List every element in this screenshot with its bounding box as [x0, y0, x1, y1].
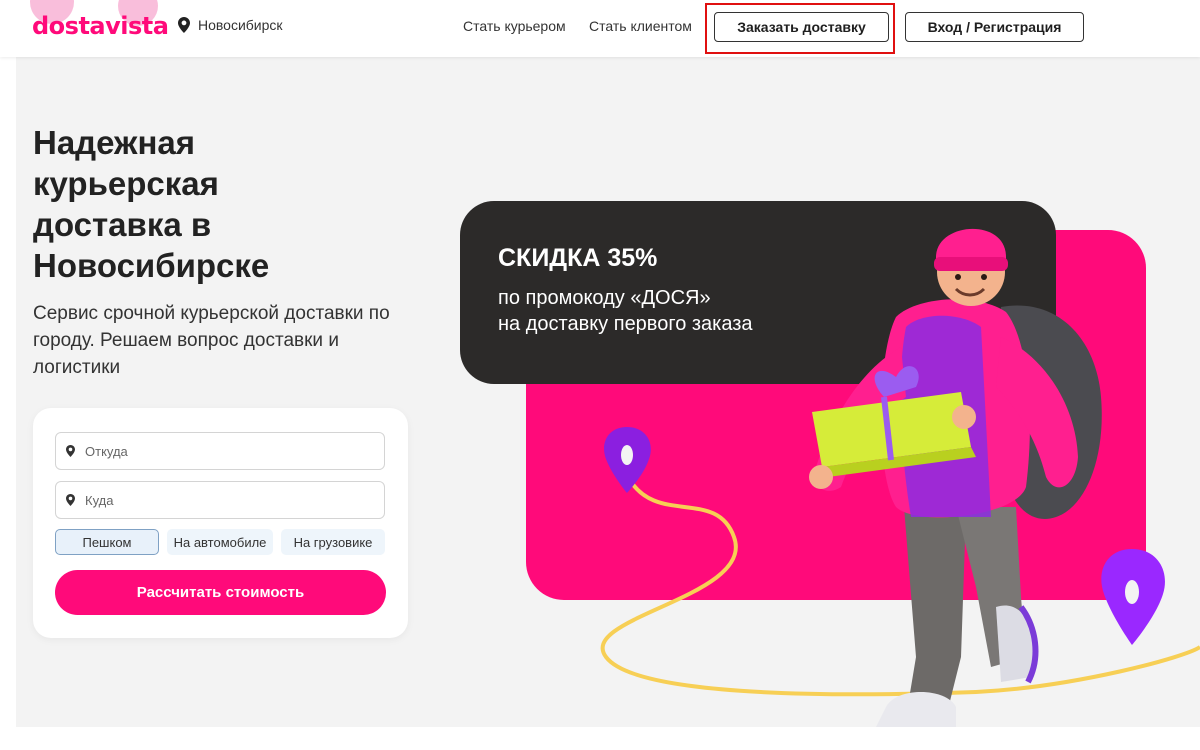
logo[interactable]: dostavista: [20, 0, 169, 50]
courier-hand: [952, 405, 976, 429]
map-pin-icon: [604, 427, 651, 493]
nav-become-courier[interactable]: Стать курьером: [463, 18, 566, 34]
hero-section: Надежная курьерская доставка в Новосибир…: [16, 57, 1200, 727]
courier-hand: [809, 465, 833, 489]
location-pin-icon: [178, 17, 190, 33]
logo-text[interactable]: dostavista: [32, 12, 169, 40]
courier-left-leg: [904, 507, 966, 717]
city-name[interactable]: Новосибирск: [198, 17, 283, 33]
nav-become-client[interactable]: Стать клиентом: [589, 18, 692, 34]
page-bottom-area: [0, 727, 1200, 750]
login-register-button[interactable]: Вход / Регистрация: [905, 12, 1084, 42]
site-header: dostavista Новосибирск Стать курьером Ст…: [0, 0, 1200, 57]
order-delivery-button[interactable]: Заказать доставку: [714, 12, 889, 42]
map-pin-icon: [1101, 549, 1165, 645]
courier-shoe-front: [876, 692, 956, 727]
city-selector[interactable]: Новосибирск: [178, 17, 283, 33]
courier-illustration: [600, 228, 1200, 727]
